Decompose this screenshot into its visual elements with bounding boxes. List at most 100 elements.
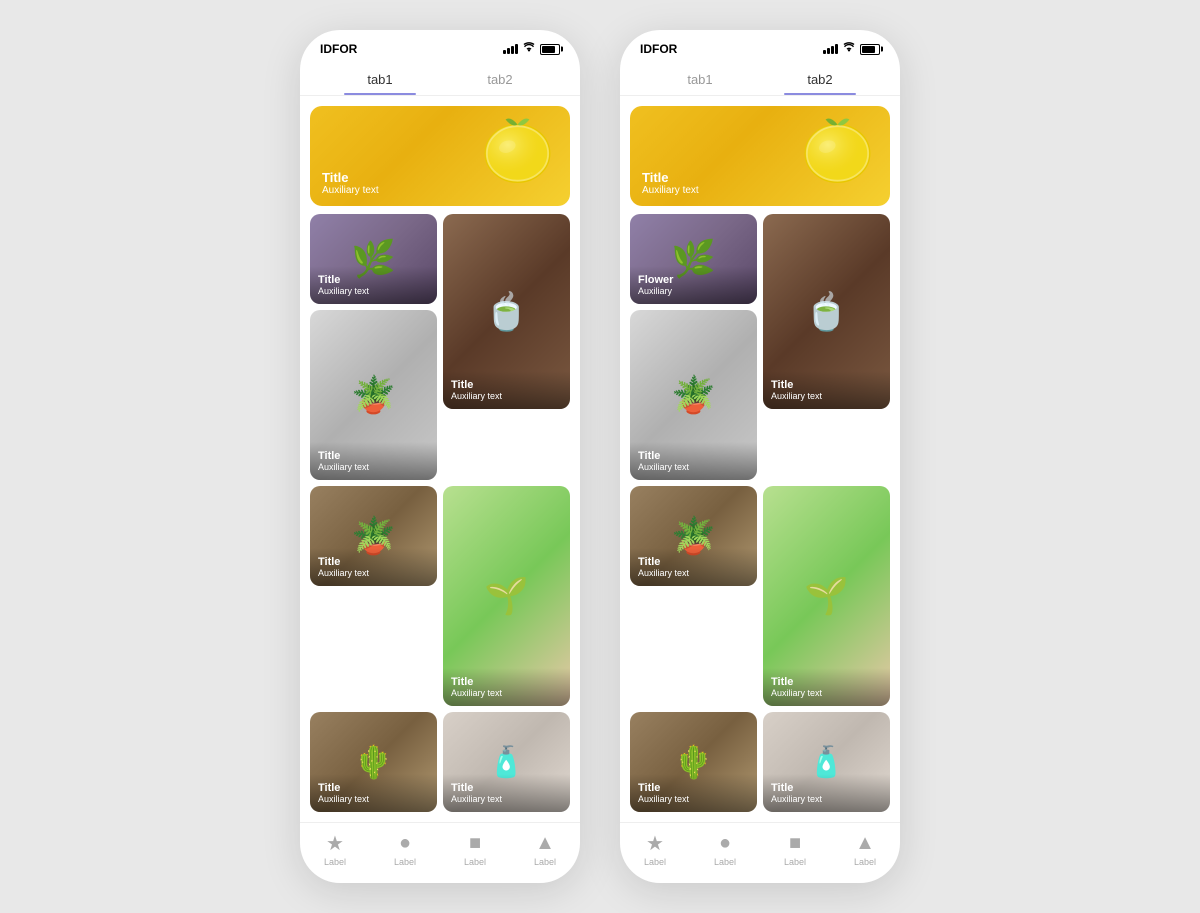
tab-tab1[interactable]: tab1 — [640, 62, 760, 95]
card-aux-text: Auxiliary text — [451, 688, 562, 698]
phone-1: IDFORtab1tab2 TitleAuxiliary text🌿TitleA… — [300, 30, 580, 883]
tab-tab1[interactable]: tab1 — [320, 62, 440, 95]
status-icons — [823, 42, 880, 56]
nav-icon-1: ● — [713, 831, 737, 855]
nav-icon-3: ▲ — [533, 831, 557, 855]
wifi-icon — [842, 42, 856, 56]
card-overlay-flowers: FlowerAuxiliary — [630, 266, 757, 304]
card-overlay-plant-green: TitleAuxiliary text — [443, 668, 570, 706]
nav-item-0[interactable]: ★ Label — [323, 831, 347, 867]
nav-item-3[interactable]: ▲Label — [853, 831, 877, 867]
card-title: Flower — [638, 274, 749, 286]
card-title: Title — [318, 556, 429, 568]
grid-card-snake2[interactable]: 🌵TitleAuxiliary text — [630, 712, 757, 812]
hero-card[interactable]: TitleAuxiliary text — [310, 106, 570, 206]
tab-tab2[interactable]: tab2 — [440, 62, 560, 95]
hero-aux-text: Auxiliary text — [322, 185, 379, 196]
app-name: IDFOR — [640, 42, 677, 56]
phone-2: IDFORtab1tab2 TitleAuxiliary text🌿Flower… — [620, 30, 900, 883]
card-aux-text: Auxiliary text — [318, 462, 429, 472]
status-bar: IDFOR — [300, 30, 580, 62]
nav-item-1[interactable]: ● Label — [393, 831, 417, 867]
nav-label-2: Label — [784, 857, 806, 867]
card-aux-text: Auxiliary text — [451, 391, 562, 401]
grid-card-plant-gray[interactable]: 🪴TitleAuxiliary text — [310, 310, 437, 480]
card-overlay-snake2: TitleAuxiliary text — [310, 774, 437, 812]
card-aux-text: Auxiliary text — [771, 391, 882, 401]
grid-card-bottles[interactable]: 🧴TitleAuxiliary text — [763, 712, 890, 812]
tab-tab2[interactable]: tab2 — [760, 62, 880, 95]
card-aux-text: Auxiliary text — [638, 794, 749, 804]
bottom-navigation: ★Label●Label■Label▲Label — [620, 822, 900, 883]
grid-card-plant-green[interactable]: 🌱TitleAuxiliary text — [443, 486, 570, 706]
card-title: Title — [451, 379, 562, 391]
lemon-illustration — [795, 109, 880, 194]
card-title: Title — [771, 379, 882, 391]
hero-title: Title — [322, 170, 379, 185]
wifi-icon — [522, 42, 536, 56]
card-title: Title — [638, 556, 749, 568]
lemon-illustration — [475, 109, 560, 194]
nav-label-1: Label — [714, 857, 736, 867]
nav-item-2[interactable]: ■ Label — [463, 831, 487, 867]
card-overlay-snake: TitleAuxiliary text — [630, 548, 757, 586]
phones-container: IDFORtab1tab2 TitleAuxiliary text🌿TitleA… — [300, 30, 900, 883]
card-title: Title — [318, 450, 429, 462]
card-overlay-plant-green: TitleAuxiliary text — [763, 668, 890, 706]
nav-icon-0: ★ — [323, 831, 347, 855]
card-overlay-flowers: TitleAuxiliary text — [310, 266, 437, 304]
card-title: Title — [451, 676, 562, 688]
nav-item-3[interactable]: ▲Label — [533, 831, 557, 867]
grid-card-plant-gray[interactable]: 🪴TitleAuxiliary text — [630, 310, 757, 480]
card-title: Title — [451, 782, 562, 794]
battery-icon — [540, 44, 560, 55]
nav-icon-2: ■ — [783, 831, 807, 855]
nav-label-1: Label — [394, 857, 416, 867]
grid-card-snake[interactable]: 🪴TitleAuxiliary text — [310, 486, 437, 586]
card-overlay-snake: TitleAuxiliary text — [310, 548, 437, 586]
nav-icon-0: ★ — [643, 831, 667, 855]
card-title: Title — [318, 782, 429, 794]
hero-text: TitleAuxiliary text — [642, 170, 699, 196]
nav-label-2: Label — [464, 857, 486, 867]
card-overlay-spices: TitleAuxiliary text — [443, 371, 570, 409]
grid-card-snake2[interactable]: 🌵TitleAuxiliary text — [310, 712, 437, 812]
grid-card-spices[interactable]: 🍵TitleAuxiliary text — [443, 214, 570, 409]
card-title: Title — [771, 676, 882, 688]
nav-icon-2: ■ — [463, 831, 487, 855]
grid-card-plant-green[interactable]: 🌱TitleAuxiliary text — [763, 486, 890, 706]
grid-card-spices[interactable]: 🍵TitleAuxiliary text — [763, 214, 890, 409]
status-icons — [503, 42, 560, 56]
card-overlay-bottles: TitleAuxiliary text — [443, 774, 570, 812]
nav-item-1[interactable]: ● Label — [713, 831, 737, 867]
card-title: Title — [771, 782, 882, 794]
signal-icon — [823, 44, 838, 54]
nav-icon-1: ● — [393, 831, 417, 855]
grid-card-bottles[interactable]: 🧴TitleAuxiliary text — [443, 712, 570, 812]
battery-icon — [860, 44, 880, 55]
nav-label-3: Label — [854, 857, 876, 867]
signal-icon — [503, 44, 518, 54]
card-title: Title — [318, 274, 429, 286]
card-aux-text: Auxiliary text — [638, 462, 749, 472]
card-overlay-plant-gray: TitleAuxiliary text — [630, 442, 757, 480]
card-aux-text: Auxiliary text — [318, 568, 429, 578]
card-title: Title — [638, 450, 749, 462]
tab-bar: tab1tab2 — [620, 62, 900, 96]
grid-card-flowers[interactable]: 🌿FlowerAuxiliary — [630, 214, 757, 304]
hero-text: TitleAuxiliary text — [322, 170, 379, 196]
nav-item-0[interactable]: ★Label — [643, 831, 667, 867]
card-aux-text: Auxiliary text — [771, 688, 882, 698]
hero-card[interactable]: TitleAuxiliary text — [630, 106, 890, 206]
bottom-navigation: ★ Label ● Label ■ Label ▲Label — [300, 822, 580, 883]
grid-card-snake[interactable]: 🪴TitleAuxiliary text — [630, 486, 757, 586]
nav-label-0: Label — [324, 857, 346, 867]
tab-bar: tab1tab2 — [300, 62, 580, 96]
nav-item-2[interactable]: ■ Label — [783, 831, 807, 867]
hero-title: Title — [642, 170, 699, 185]
content-area: TitleAuxiliary text🌿TitleAuxiliary text🍵… — [300, 96, 580, 822]
grid-card-flowers[interactable]: 🌿TitleAuxiliary text — [310, 214, 437, 304]
card-title: Title — [638, 782, 749, 794]
app-name: IDFOR — [320, 42, 357, 56]
content-area: TitleAuxiliary text🌿FlowerAuxiliary🍵Titl… — [620, 96, 900, 822]
